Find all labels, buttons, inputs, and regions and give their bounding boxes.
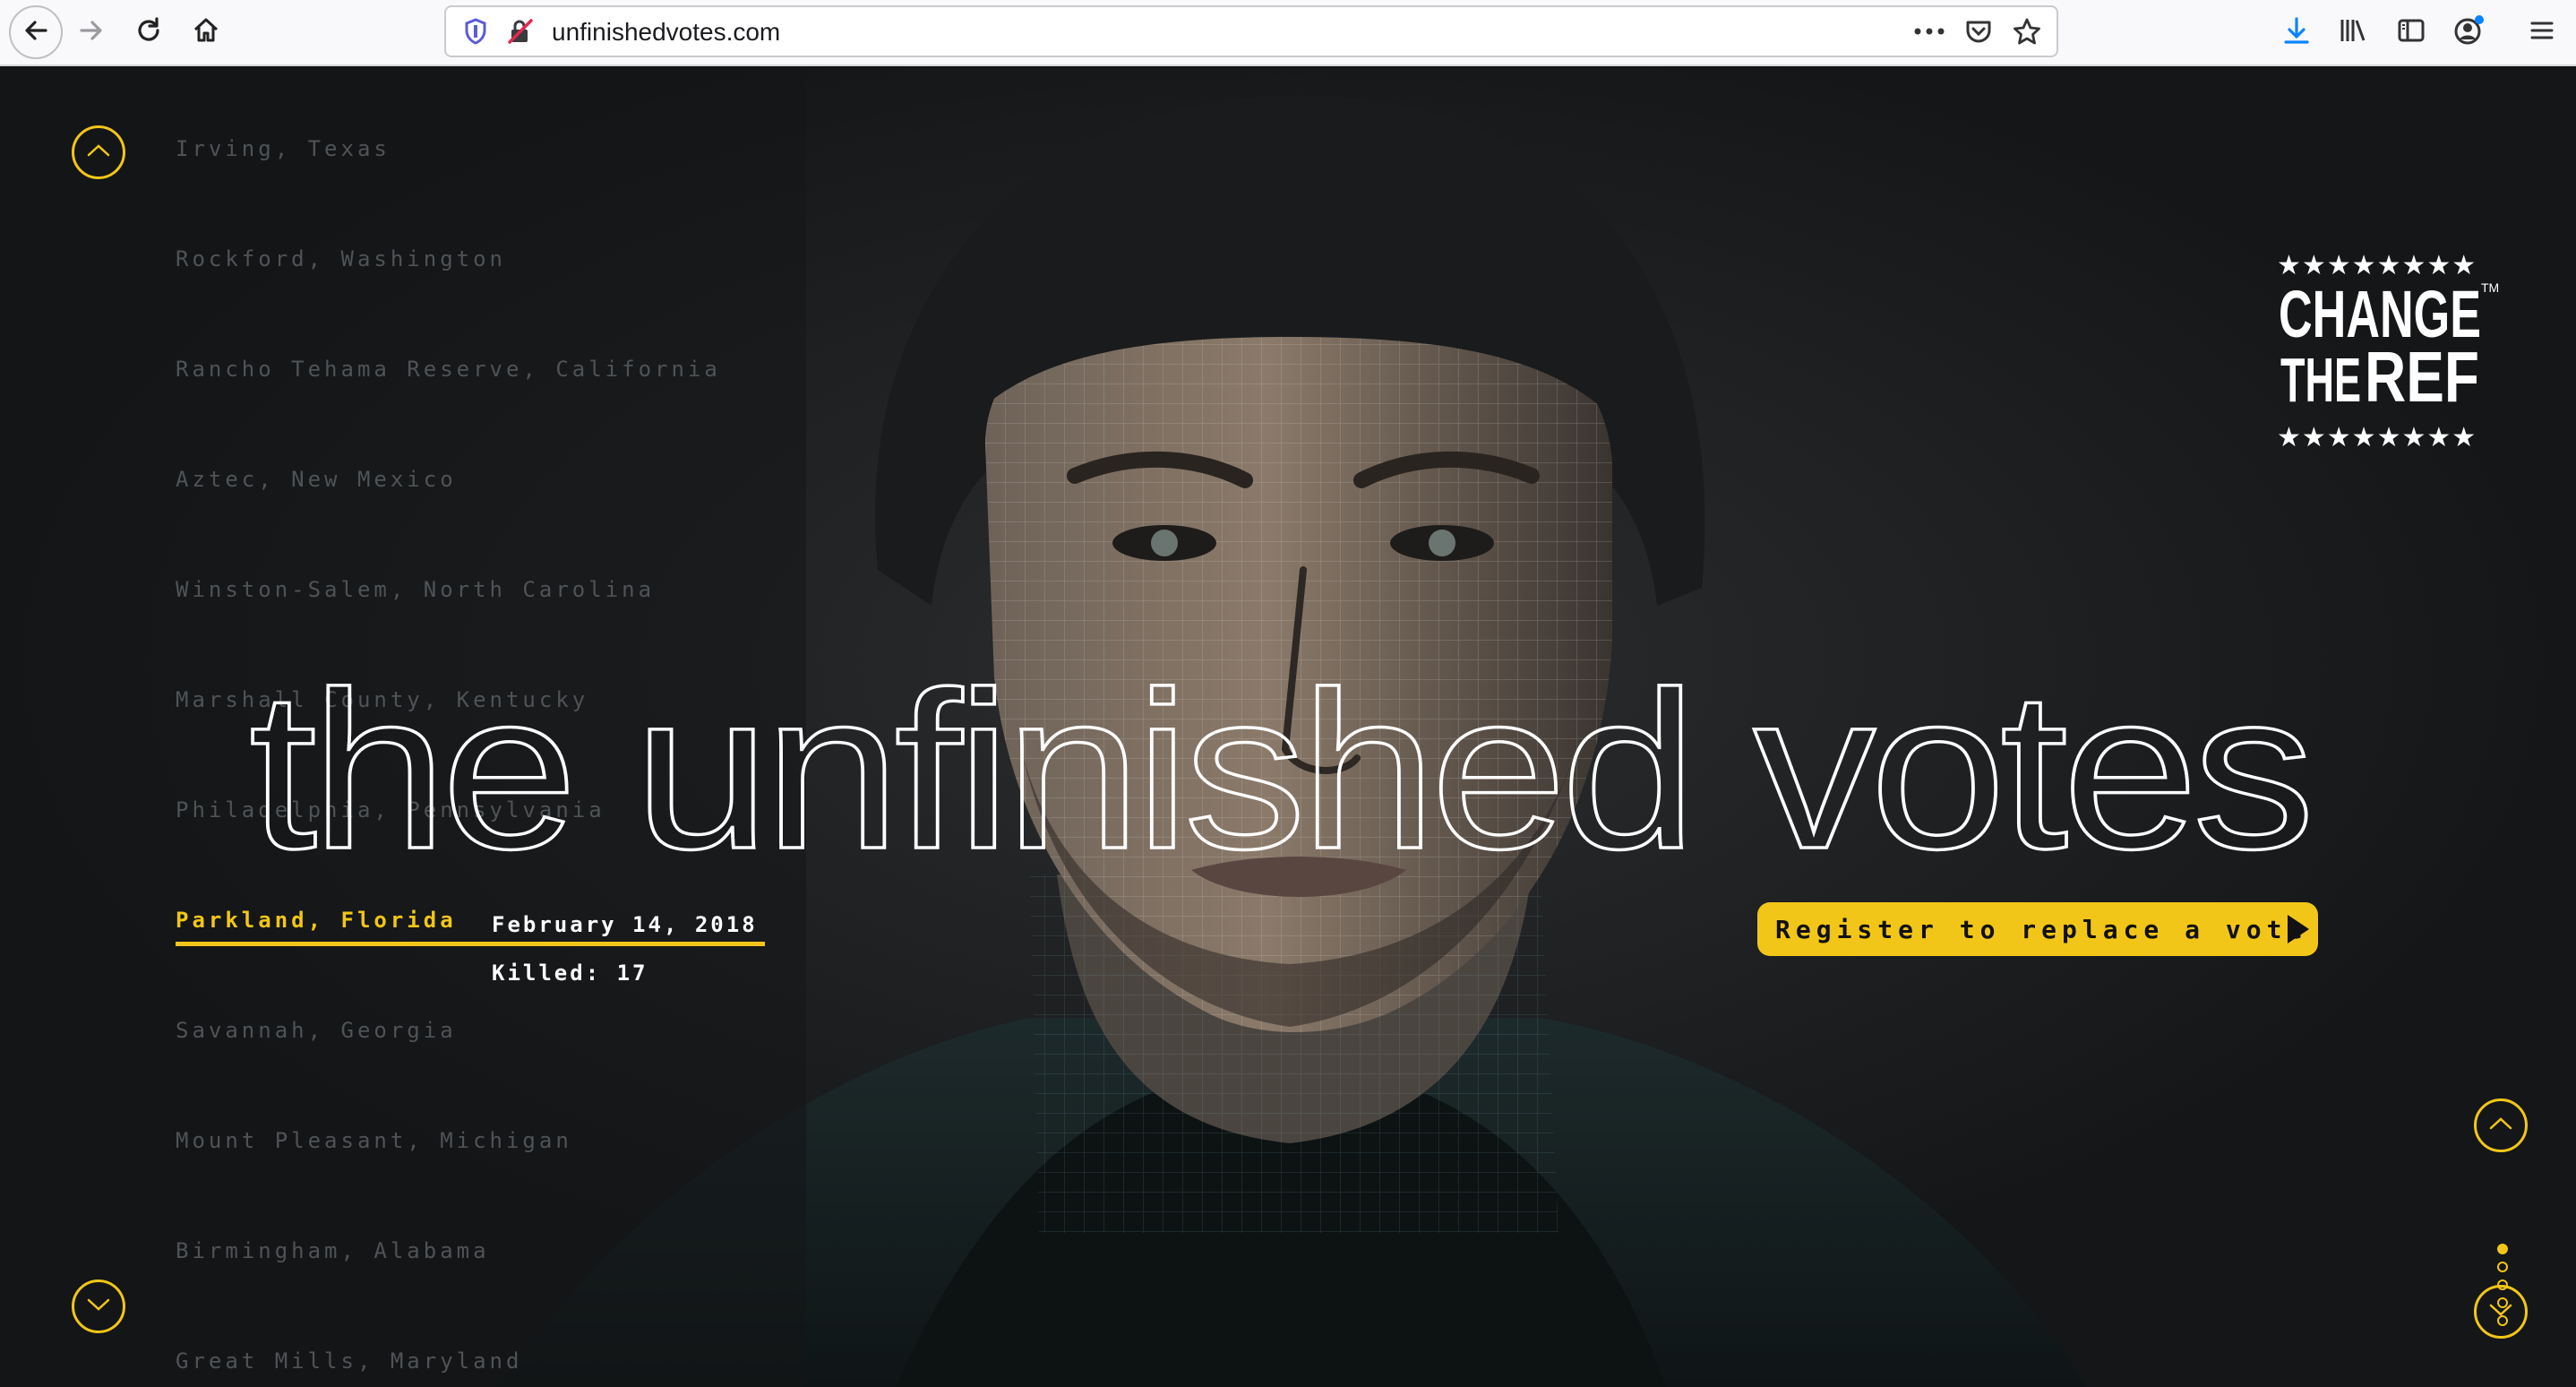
slide-dot-active[interactable] [2497,1244,2508,1254]
svg-text:★★★★★★★★: ★★★★★★★★ [2277,422,2477,453]
slide-next-button[interactable] [2474,1285,2528,1339]
city-item[interactable]: Mount Pleasant, Michigan [176,1128,572,1153]
city-item[interactable]: Winston-Salem, North Carolina [176,577,655,602]
home-icon [191,15,221,50]
play-arrow-icon [2288,915,2309,943]
menu-icon [2529,17,2555,48]
register-cta-button[interactable]: Register to replace a vote [1757,902,2318,956]
library-icon [2337,15,2367,50]
library-button[interactable] [2329,9,2375,56]
downloads-icon [2281,15,2312,50]
event-date: February 14, 2018 [492,912,758,937]
chevron-up-icon [85,142,112,164]
register-cta-label: Register to replace a vote [1775,914,2308,944]
chevron-up-icon [2487,1115,2514,1137]
page-actions-icon[interactable] [1911,16,1947,47]
account-button[interactable] [2445,9,2492,56]
active-city-underline [176,942,765,946]
svg-text:THE: THE [2280,345,2361,415]
downloads-button[interactable] [2273,9,2320,56]
sidebar-button[interactable] [2388,9,2434,56]
city-item[interactable]: Rancho Tehama Reserve, California [176,357,721,382]
slide-prev-button[interactable] [2474,1098,2528,1152]
city-item[interactable]: Great Mills, Maryland [176,1348,522,1374]
chevron-down-icon [2487,1301,2514,1323]
reload-button[interactable] [125,9,172,56]
forward-icon [76,15,107,50]
forward-button[interactable] [68,9,115,56]
city-item[interactable]: Rockford, Washington [176,246,506,271]
city-item[interactable]: Birmingham, Alabama [176,1238,490,1263]
url-text[interactable]: unfinishedvotes.com [552,18,780,47]
sidebar-icon [2396,15,2426,50]
headline: the unfinished votes [247,643,2316,897]
change-the-ref-logo[interactable]: ★★★★★★★★ CHANGE TM THE REF ★★★★★★★★ [2275,247,2499,453]
reload-icon [133,15,164,50]
tracking-shield-icon[interactable] [460,16,491,47]
address-bar[interactable]: unfinishedvotes.com [444,5,2058,57]
insecure-lock-icon[interactable] [505,16,536,47]
stars-bottom-icon: ★★★★★★★★ [2277,422,2477,453]
headline-text: the unfinished votes [249,645,2309,895]
city-item[interactable]: Aztec, New Mexico [176,467,457,492]
city-item[interactable]: Savannah, Georgia [176,1018,457,1043]
event-killed-count: Killed: 17 [492,961,648,986]
home-button[interactable] [183,9,229,56]
chevron-down-icon [85,1296,112,1318]
browser-toolbar: unfinishedvotes.com [0,0,2576,66]
page-content: Irving, Texas Rockford, Washington Ranch… [0,68,2576,1387]
city-item[interactable]: Irving, Texas [176,136,391,161]
svg-text:REF: REF [2365,337,2479,417]
account-icon [2452,14,2485,51]
city-item-active[interactable]: Parkland, Florida [176,908,457,933]
pocket-icon[interactable] [1963,16,1994,47]
city-prev-button[interactable] [72,125,125,179]
slide-dot[interactable] [2497,1262,2508,1272]
svg-text:TM: TM [2481,280,2499,295]
city-next-button[interactable] [72,1279,125,1333]
back-icon [21,15,51,50]
bookmark-star-icon[interactable] [2012,16,2042,47]
menu-button[interactable] [2519,9,2565,56]
back-button[interactable] [9,5,63,59]
